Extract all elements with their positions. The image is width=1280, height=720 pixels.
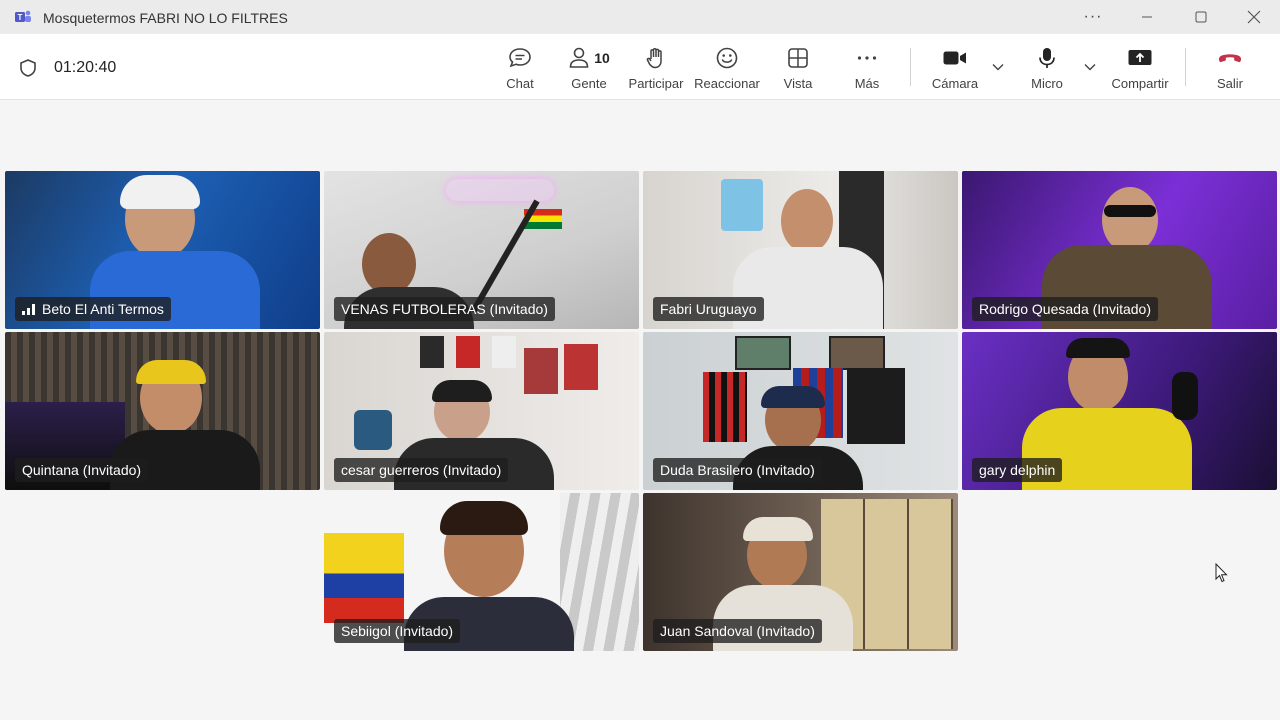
mic-label: Micro [1031, 76, 1063, 91]
participant-name-label: Sebiigol (Invitado) [334, 619, 461, 643]
raise-hand-button[interactable]: Participar [628, 46, 684, 92]
chat-label: Chat [506, 76, 534, 91]
view-button[interactable]: Vista [782, 46, 814, 92]
mic-button[interactable]: Micro [1027, 46, 1067, 92]
more-button[interactable]: Más [852, 46, 882, 92]
camera-options-chevron-icon[interactable] [990, 61, 1006, 73]
participant-name-label: Duda Brasilero (Invitado) [653, 458, 822, 482]
microphone-icon [1039, 48, 1055, 68]
people-count: 10 [594, 50, 610, 66]
participant-name: Quintana (Invitado) [22, 462, 142, 478]
participant-tile[interactable]: Quintana (Invitado) [5, 332, 320, 490]
share-screen-icon [1128, 50, 1152, 65]
participant-tile[interactable]: Sebiigol (Invitado) [324, 493, 639, 651]
mic-options-chevron-icon[interactable] [1082, 61, 1098, 73]
frame-decoration [735, 336, 791, 370]
chat-button[interactable]: Chat [505, 46, 535, 92]
participant-name-label: Quintana (Invitado) [15, 458, 149, 482]
title-bar: T Mosquetermos FABRI NO LO FILTRES ··· [0, 0, 1280, 34]
react-button[interactable]: Reaccionar [694, 46, 760, 92]
participant-name-label: Fabri Uruguayo [653, 297, 764, 321]
meeting-timer: 01:20:40 [54, 59, 117, 76]
people-icon [569, 47, 589, 68]
window-title: Mosquetermos FABRI NO LO FILTRES [43, 10, 288, 26]
signal-bars-icon [22, 303, 35, 315]
more-label: Más [854, 76, 880, 91]
participant-tile[interactable]: Fabri Uruguayo [643, 171, 958, 329]
window-more-button[interactable]: ··· [1067, 0, 1119, 34]
raise-hand-label: Participar [628, 76, 684, 91]
participant-tile[interactable]: Juan Sandoval (Invitado) [643, 493, 958, 651]
flag-decoration [324, 533, 404, 623]
participant-name: Rodrigo Quesada (Invitado) [979, 301, 1151, 317]
react-label: Reaccionar [694, 76, 760, 91]
participant-name: cesar guerreros (Invitado) [341, 462, 502, 478]
frame-decoration [829, 336, 885, 370]
leave-button[interactable]: Salir [1212, 46, 1248, 92]
participant-name: VENAS FUTBOLERAS (Invitado) [341, 301, 548, 317]
participant-name: Duda Brasilero (Invitado) [660, 462, 815, 478]
more-dots-icon [857, 56, 877, 60]
camera-label: Cámara [931, 76, 979, 91]
svg-text:T: T [18, 13, 23, 22]
leave-label: Salir [1216, 76, 1243, 91]
participant-tile[interactable]: cesar guerreros (Invitado) [324, 332, 639, 490]
shield-icon[interactable] [18, 58, 38, 78]
meeting-toolbar: 01:20:40 Chat 10 Gente Participar Reacci… [0, 34, 1280, 100]
close-icon [1247, 10, 1261, 24]
jersey-decoration [456, 336, 480, 368]
smiley-icon [716, 47, 738, 69]
jersey-decoration [492, 336, 516, 368]
participant-name: gary delphin [979, 462, 1056, 478]
participant-name-label: cesar guerreros (Invitado) [334, 458, 509, 482]
jersey-decoration [420, 336, 444, 368]
participant-name-label: Rodrigo Quesada (Invitado) [972, 297, 1158, 321]
minimize-icon [1142, 16, 1152, 18]
toolbar-divider [910, 48, 911, 86]
participant-name: Beto El Anti Termos [42, 301, 164, 317]
mouse-cursor-icon [1215, 563, 1228, 583]
teams-logo-icon: T [15, 10, 31, 22]
participant-name: Fabri Uruguayo [660, 301, 757, 317]
participant-tile-active-speaker[interactable]: gary delphin [962, 332, 1277, 490]
view-label: Vista [783, 76, 813, 91]
people-button[interactable]: 10 Gente [566, 46, 612, 92]
neon-sign [446, 179, 554, 201]
close-window-button[interactable] [1228, 0, 1280, 34]
share-label: Compartir [1111, 76, 1169, 91]
speaker-decoration [354, 410, 392, 450]
toolbar-divider [1185, 48, 1186, 86]
participant-tile[interactable]: VENAS FUTBOLERAS (Invitado) [324, 171, 639, 329]
mic-decoration [1172, 372, 1198, 420]
participant-name-label: gary delphin [972, 458, 1063, 482]
maximize-icon [1195, 11, 1207, 23]
hang-up-phone-icon [1218, 54, 1242, 63]
participant-name-label: Beto El Anti Termos [15, 297, 171, 321]
maximize-button[interactable] [1175, 0, 1227, 34]
participant-name: Juan Sandoval (Invitado) [660, 623, 815, 639]
poster-decoration [564, 344, 598, 390]
raise-hand-icon [646, 47, 662, 69]
grid-view-icon [788, 48, 808, 68]
minimize-button[interactable] [1121, 0, 1173, 34]
chat-icon [509, 48, 531, 68]
participant-name-label: Juan Sandoval (Invitado) [653, 619, 822, 643]
camera-button[interactable]: Cámara [930, 46, 980, 92]
participant-name-label: VENAS FUTBOLERAS (Invitado) [334, 297, 555, 321]
participant-tile-active-speaker[interactable]: Rodrigo Quesada (Invitado) [962, 171, 1277, 329]
participant-name: Sebiigol (Invitado) [341, 623, 454, 639]
participant-tile[interactable]: Duda Brasilero (Invitado) [643, 332, 958, 490]
participant-tile[interactable]: Beto El Anti Termos [5, 171, 320, 329]
people-label: Gente [571, 76, 607, 91]
share-button[interactable]: Compartir [1108, 46, 1172, 92]
camera-icon [943, 51, 966, 65]
